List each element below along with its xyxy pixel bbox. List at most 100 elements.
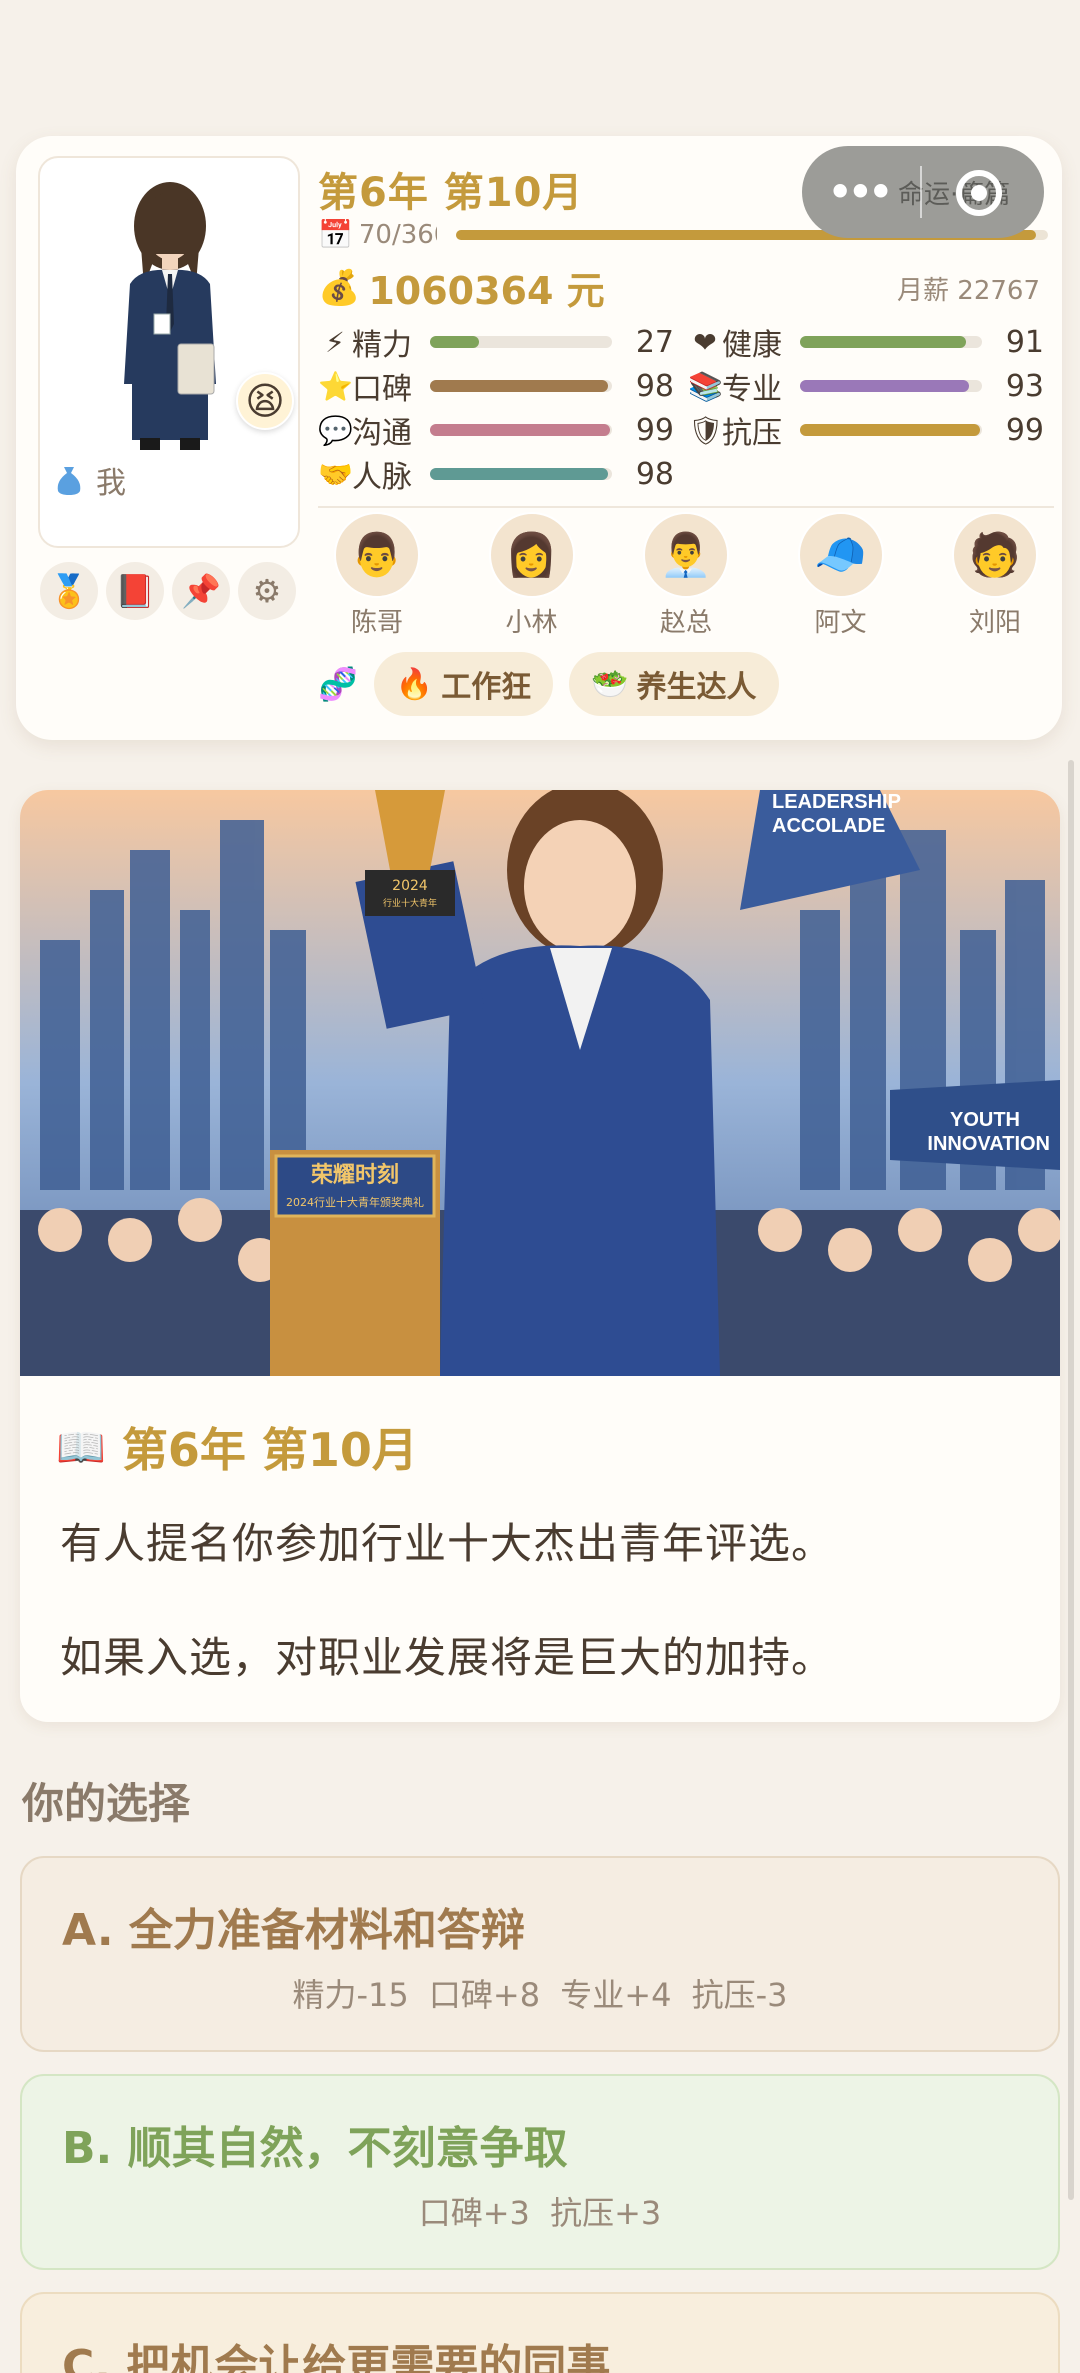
- image-banner-text: INNOVATION: [927, 1133, 1050, 1155]
- trait-label: 养生达人: [636, 670, 757, 705]
- choice-option[interactable]: C. 把机会让给更需要的同事: [20, 2292, 1060, 2373]
- medal-icon[interactable]: 🏅: [40, 562, 98, 620]
- stat-name: 口碑: [352, 372, 412, 407]
- trait-icon: 🥗: [591, 666, 629, 702]
- stat-value: 91: [1005, 324, 1044, 360]
- stat-value: 99: [1005, 412, 1044, 448]
- stat-icon: 🛡: [688, 413, 724, 447]
- stat-value: 93: [1005, 368, 1044, 404]
- current-time: 第6年 第10月: [318, 170, 584, 216]
- stat-icon: 🤝: [318, 457, 353, 491]
- stat-name: 专业: [722, 372, 782, 407]
- calendar-icon: 📅: [318, 218, 353, 251]
- story-paragraph: 如果入选，对职业发展将是巨大的加持。: [60, 1633, 835, 1682]
- open-book-icon: 📖: [56, 1424, 106, 1471]
- friend-name: 阿文: [814, 608, 867, 638]
- stat-2: ⭐ 口碑 98: [318, 366, 674, 408]
- book-icon[interactable]: 📕: [106, 562, 164, 620]
- close-circle-icon[interactable]: [956, 170, 1002, 216]
- stat-bar-fill: [800, 424, 981, 436]
- stat-name: 沟通: [352, 416, 412, 451]
- choice-title: B. 顺其自然，不刻意争取: [62, 2123, 568, 2174]
- friend-name: 小林: [505, 608, 558, 638]
- choice-title: A. 全力准备材料和答辩: [62, 1905, 525, 1956]
- avatar: [124, 182, 216, 450]
- pin-icon[interactable]: 📌: [172, 562, 230, 620]
- stat-name: 精力: [352, 328, 412, 363]
- stat-5: 🛡 抗压 99: [688, 410, 1044, 452]
- friend-avatar: 👩: [488, 512, 575, 598]
- mood-icon: 😫: [236, 372, 294, 430]
- money-bag-icon: [57, 467, 81, 495]
- image-trophy-text: 2024: [392, 878, 428, 894]
- dna-icon: 🧬: [318, 665, 358, 703]
- stat-icon: ❤: [693, 325, 717, 359]
- mini-program-capsule[interactable]: ••• 命运·篇篇: [802, 146, 1044, 238]
- stat-name: 抗压: [722, 416, 782, 451]
- image-banner-text: ACCOLADE: [772, 815, 885, 837]
- image-banner-text: YOUTH: [950, 1109, 1020, 1131]
- stat-bar: [430, 336, 612, 348]
- stat-bar-fill: [800, 336, 966, 348]
- image-podium-title: 荣耀时刻: [310, 1162, 399, 1188]
- choice-effects: 精力-15 口碑+8 专业+4 抗压-3: [292, 1976, 788, 2014]
- story-illustration: LEADERSHIP ACCOLADE YOUTH INNOVATION 荣耀时…: [20, 790, 1060, 1376]
- status-card: 😫 我 🏅 📕 📌 ⚙ 第6年 第10月 📅 70/360 ••• 命运·篇篇 …: [16, 136, 1062, 740]
- stat-value: 98: [635, 368, 674, 404]
- stat-name: 人脉: [352, 460, 412, 495]
- scrollbar[interactable]: [1068, 760, 1074, 2200]
- stat-icon: ⚡: [325, 325, 345, 359]
- trait-badge[interactable]: 🥗 养生达人: [569, 652, 779, 716]
- monthly-salary: 月薪 22767: [897, 276, 1040, 306]
- friend-item[interactable]: 👩 小林: [483, 512, 581, 639]
- choice-effects: 口碑+3 抗压+3: [418, 2194, 662, 2232]
- player-name: 我: [96, 466, 126, 501]
- choice-option[interactable]: A. 全力准备材料和答辩精力-15 口碑+8 专业+4 抗压-3: [20, 1856, 1060, 2052]
- player-avatar-card[interactable]: 😫 我: [38, 156, 300, 548]
- friend-name: 赵总: [659, 608, 712, 638]
- quick-actions: 🏅 📕 📌 ⚙: [40, 562, 296, 620]
- more-icon[interactable]: •••: [828, 170, 893, 214]
- money-amount: 1060364 元: [368, 269, 605, 313]
- story-paragraph: 有人提名你参加行业十大杰出青年评选。: [60, 1519, 835, 1568]
- friend-avatar: 👨: [334, 512, 420, 598]
- friend-item[interactable]: 👨‍💼 赵总: [637, 512, 735, 639]
- stat-bar: [800, 380, 982, 392]
- money-row: 💰 1060364 元: [318, 260, 605, 315]
- stat-bar: [800, 424, 982, 436]
- stat-bar: [430, 424, 612, 436]
- stat-0: ⚡ 精力 27: [318, 322, 674, 364]
- image-podium-subtitle: 2024行业十大青年颁奖典礼: [286, 1195, 424, 1209]
- stat-icon: 📚: [688, 369, 723, 403]
- stat-3: 📚 专业 93: [688, 366, 1044, 408]
- friend-name: 刘阳: [968, 608, 1021, 638]
- money-bag-icon: 💰: [318, 267, 361, 308]
- friend-avatar: 🧑: [952, 512, 1038, 598]
- stat-icon: ⭐: [318, 369, 353, 403]
- story-header: 📖 第6年 第10月: [56, 1414, 418, 1480]
- stat-bar: [800, 336, 982, 348]
- friend-name: 陈哥: [350, 608, 403, 638]
- stat-bar-fill: [430, 468, 609, 480]
- friend-avatar: 🧢: [797, 512, 884, 598]
- stat-bar-fill: [430, 424, 611, 436]
- choices-heading: 你的选择: [22, 1779, 191, 1828]
- stat-value: 27: [635, 324, 674, 360]
- stat-bar: [430, 468, 612, 480]
- stat-value: 99: [635, 412, 674, 448]
- trait-icon: 🔥: [395, 666, 434, 702]
- friend-item[interactable]: 👨 陈哥: [328, 512, 426, 639]
- choice-title: C. 把机会让给更需要的同事: [62, 2341, 611, 2373]
- image-banner-text: LEADERSHIP: [772, 791, 901, 813]
- stat-4: 💬 沟通 99: [318, 410, 674, 452]
- stat-value: 98: [635, 456, 674, 492]
- friend-item[interactable]: 🧢 阿文: [792, 512, 890, 639]
- friend-avatar: 👨‍💼: [643, 512, 729, 598]
- choice-option[interactable]: B. 顺其自然，不刻意争取口碑+3 抗压+3: [20, 2074, 1060, 2270]
- stat-name: 健康: [722, 328, 782, 363]
- friend-item[interactable]: 🧑 刘阳: [946, 512, 1044, 639]
- trait-badge[interactable]: 🔥 工作狂: [373, 652, 554, 716]
- divider: [318, 506, 1054, 508]
- gear-icon[interactable]: ⚙: [238, 562, 296, 620]
- stat-1: ❤ 健康 91: [688, 322, 1044, 364]
